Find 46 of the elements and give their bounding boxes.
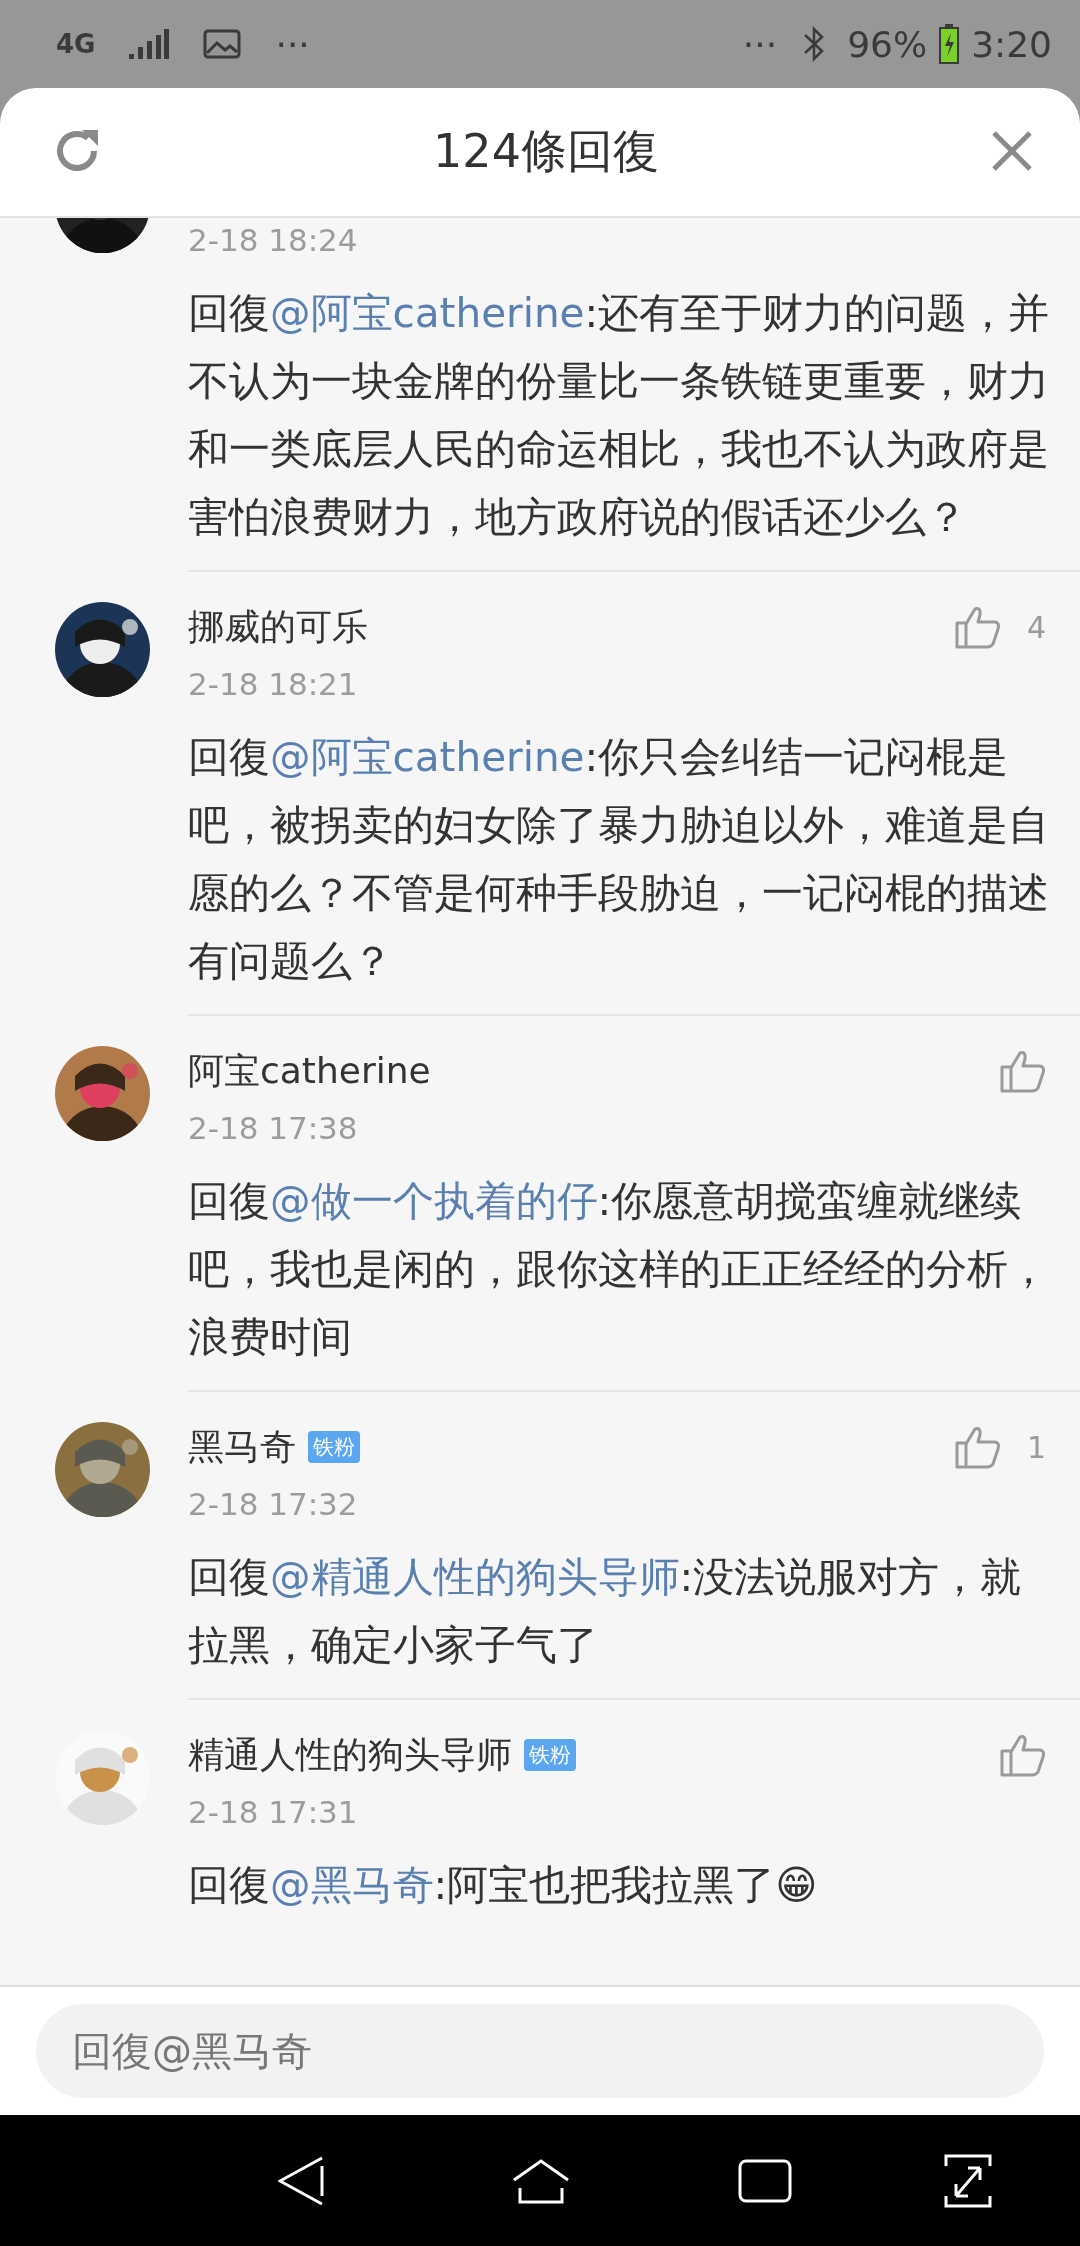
back-icon[interactable]	[278, 2155, 324, 2206]
thumbs-up-icon	[954, 605, 1001, 649]
user-name[interactable]: 挪威的可乐	[188, 602, 368, 652]
mention-link[interactable]: @黑马奇	[270, 1861, 434, 1909]
expand-icon[interactable]	[944, 2153, 992, 2208]
more-indicator: ···	[742, 23, 778, 65]
comment-text: 回復@精通人性的狗头导师:没法说服对方，就拉黑，确定小家子气了	[188, 1543, 1080, 1700]
like-count: 1	[1026, 1429, 1046, 1465]
home-icon[interactable]	[512, 2157, 570, 2204]
user-name[interactable]: 精通人性的狗头导师	[188, 1730, 512, 1780]
like-button[interactable]	[1000, 1049, 1046, 1093]
comment-date: 2-18 17:38	[188, 1109, 359, 1148]
recent-apps-icon[interactable]	[738, 2158, 792, 2203]
like-count: 4	[1026, 609, 1046, 645]
like-button[interactable]: 1	[954, 1425, 1046, 1469]
reply-field[interactable]: 回復@黑马奇	[36, 2004, 1044, 2098]
comment-text: 回復@黑马奇:阿宝也把我拉黑了😁	[188, 1860, 819, 1911]
fan-badge: 铁粉	[308, 1431, 360, 1463]
comment-date: 2-18 18:24	[188, 221, 359, 260]
comment-text: 回復@阿宝catherine:还有至于财力的问题，并不认为一块金牌的份量比一条铁链更重要，财力和一类底层人民的命运相比，我也不认为政府是害怕浪费财力，地方政府说的假话还少么？	[188, 279, 1080, 572]
fan-badge: 铁粉	[524, 1739, 576, 1771]
image-icon	[203, 29, 242, 59]
user-name[interactable]: 黑马奇	[188, 1422, 296, 1472]
thumbs-up-icon	[954, 1425, 1001, 1469]
like-button[interactable]	[1000, 1733, 1046, 1777]
thumbs-up-icon	[1000, 1049, 1046, 1093]
mention-link[interactable]: @阿宝catherine	[270, 289, 585, 337]
comment-text: 回復@阿宝catherine:你只会纠结一记闷棍是吧，被拐卖的妇女除了暴力胁迫以外，难道是自愿的么？不管是何种手段胁迫，一记闷棍的描述有问题么？	[188, 723, 1080, 1016]
mention-link[interactable]: @精通人性的狗头导师	[270, 1553, 680, 1601]
mention-link[interactable]: @做一个执着的仔	[270, 1177, 598, 1225]
clock-time: 3:20	[971, 23, 1052, 65]
bluetooth-icon	[803, 25, 826, 63]
comment-date: 2-18 18:21	[188, 665, 359, 704]
network-label: 4G	[56, 29, 96, 59]
sheet-title: 124條回復	[433, 123, 659, 180]
like-button[interactable]: 4	[954, 605, 1046, 649]
thumbs-up-icon	[1000, 1733, 1046, 1777]
comment-date: 2-18 17:31	[188, 1793, 359, 1832]
user-name[interactable]: 阿宝catherine	[188, 1046, 431, 1096]
battery-charging-icon	[939, 24, 960, 64]
comment-text: 回復@做一个执着的仔:你愿意胡搅蛮缠就继续吧，我也是闲的，跟你这样的正正经经的分析，浪费时间	[188, 1167, 1080, 1392]
more-indicator: ···	[275, 23, 310, 65]
comment-date: 2-18 17:32	[188, 1485, 359, 1524]
battery-percent: 96%	[847, 23, 928, 65]
signal-icon	[129, 29, 170, 59]
mention-link[interactable]: @阿宝catherine	[270, 733, 585, 781]
